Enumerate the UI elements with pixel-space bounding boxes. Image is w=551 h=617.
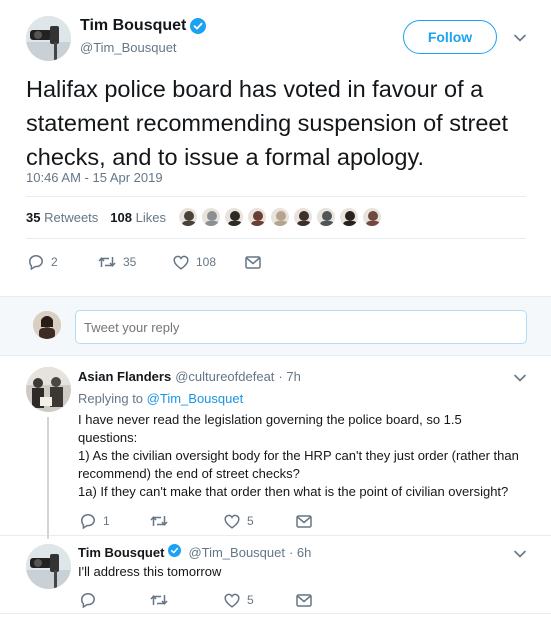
replying-to-handle[interactable]: @Tim_Bousquet [147, 391, 244, 406]
reply-author-avatar[interactable] [26, 367, 71, 412]
reply-action[interactable]: 1 [80, 513, 150, 529]
reply-author-name[interactable]: Tim Bousquet [78, 545, 164, 560]
main-tweet: Tim Bousquet @Tim_Bousquet Follow Halifa… [0, 0, 551, 296]
liker-avatar[interactable] [178, 207, 198, 227]
author-avatar[interactable] [26, 16, 71, 61]
liker-avatar[interactable] [339, 207, 359, 227]
message-action[interactable] [245, 255, 261, 269]
chevron-down-icon[interactable] [512, 546, 528, 562]
liker-avatars [178, 207, 382, 227]
reply-author-avatar[interactable] [26, 544, 71, 589]
reply-actions: 5 [80, 592, 312, 608]
retweet-icon [150, 516, 168, 526]
thread-line [47, 417, 49, 539]
liker-avatar[interactable] [362, 207, 382, 227]
reply-icon [81, 514, 95, 529]
liker-avatar[interactable] [293, 207, 313, 227]
reply-input[interactable] [75, 310, 527, 344]
reply-header: Asian Flanders @cultureofdefeat · 7h [78, 369, 301, 384]
retweet-icon [150, 595, 168, 605]
envelope-icon [296, 593, 312, 607]
verified-badge-icon [168, 544, 184, 560]
liker-avatar[interactable] [316, 207, 336, 227]
tweet-text: Halifax police board has voted in favour… [26, 76, 509, 170]
divider [26, 238, 526, 239]
liker-avatar[interactable] [201, 207, 221, 227]
message-action[interactable] [296, 593, 312, 607]
author-name[interactable]: Tim Bousquet [80, 17, 207, 35]
liker-avatar[interactable] [247, 207, 267, 227]
chevron-down-icon[interactable] [512, 370, 528, 386]
like-action[interactable]: 108 [173, 255, 245, 270]
reply-time[interactable]: · 6h [289, 545, 311, 560]
heart-icon [224, 593, 240, 608]
reply-action[interactable]: 2 [28, 254, 98, 270]
message-action[interactable] [296, 514, 312, 528]
replying-to: Replying to @Tim_Bousquet [78, 391, 244, 406]
liker-avatar[interactable] [270, 207, 290, 227]
divider [26, 196, 526, 197]
reply-text: I have never read the legislation govern… [78, 412, 519, 499]
retweet-action[interactable] [150, 514, 224, 528]
reply-time[interactable]: · 7h [278, 369, 300, 384]
tweet-actions: 2 35 108 [28, 254, 261, 270]
tweet-timestamp[interactable]: 10:46 AM - 15 Apr 2019 [26, 170, 163, 185]
reply-actions: 1 5 [80, 513, 312, 529]
like-action[interactable]: 5 [224, 593, 296, 608]
retweets-stat[interactable]: 35 Retweets [26, 210, 98, 225]
follow-button[interactable]: Follow [403, 20, 497, 54]
reply-author-handle[interactable]: @Tim_Bousquet [188, 545, 285, 560]
tweet-stats: 35 Retweets 108 Likes [26, 210, 166, 225]
reply-icon [81, 593, 95, 608]
envelope-icon [245, 255, 261, 269]
author-handle[interactable]: @Tim_Bousquet [80, 40, 177, 55]
reply-author-name[interactable]: Asian Flanders [78, 369, 171, 384]
reply-icon [29, 255, 43, 270]
reply-tweet: Tim Bousquet @Tim_Bousquet · 6h I'll add… [0, 536, 551, 614]
like-action[interactable]: 5 [224, 514, 296, 529]
current-user-avatar[interactable] [33, 311, 61, 339]
verified-badge-icon [190, 18, 207, 34]
reply-author-handle[interactable]: @cultureofdefeat [175, 369, 274, 384]
envelope-icon [296, 514, 312, 528]
likes-stat[interactable]: 108 Likes [110, 210, 166, 225]
chevron-down-icon[interactable] [512, 30, 528, 46]
reply-header: Tim Bousquet @Tim_Bousquet · 6h [78, 544, 311, 560]
liker-avatar[interactable] [224, 207, 244, 227]
heart-icon [173, 255, 189, 270]
retweet-icon [98, 257, 116, 267]
retweet-action[interactable] [150, 593, 224, 607]
heart-icon [224, 514, 240, 529]
reply-composer [0, 296, 551, 356]
reply-tweet: Asian Flanders @cultureofdefeat · 7h Rep… [0, 357, 551, 539]
reply-text: I'll address this tomorrow [78, 564, 222, 579]
retweet-action[interactable]: 35 [98, 255, 173, 269]
reply-action[interactable] [80, 592, 150, 608]
